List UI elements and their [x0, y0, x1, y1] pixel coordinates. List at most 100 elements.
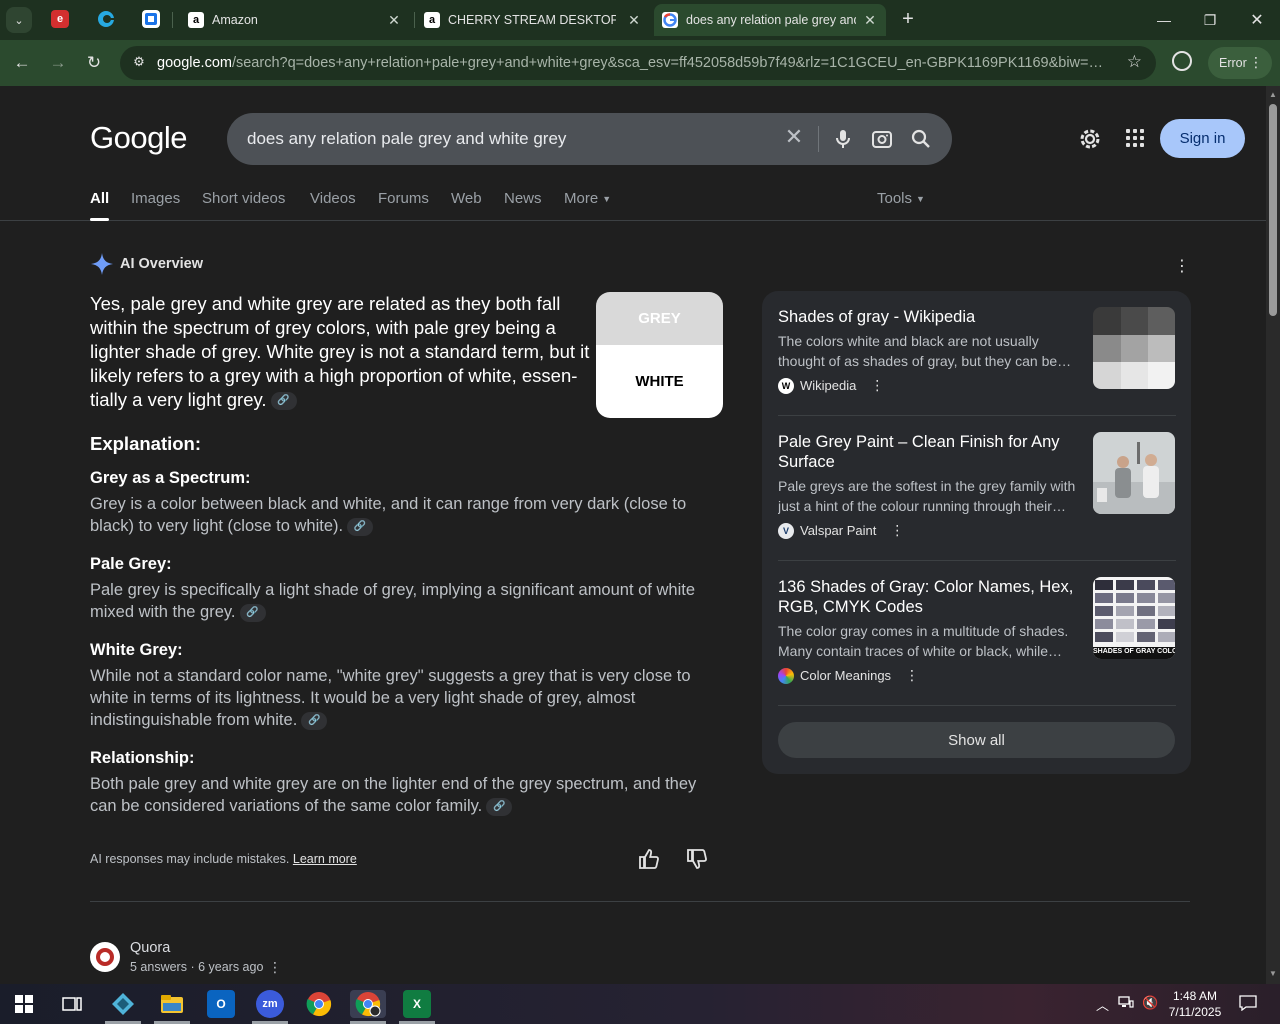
network-icon[interactable] [1118, 995, 1134, 1012]
explanation-heading: Explanation: [90, 433, 202, 454]
thumbs-up-icon[interactable] [638, 848, 660, 870]
notifications-icon[interactable] [1239, 995, 1257, 1014]
scrollbar-thumb[interactable] [1269, 104, 1277, 316]
search-input[interactable]: does any relation pale grey and white gr… [247, 129, 566, 149]
site-info-icon[interactable]: ⚙ [130, 54, 148, 72]
minimize-button[interactable]: — [1141, 0, 1187, 40]
source-divider [778, 705, 1176, 706]
system-clock[interactable]: 1:48 AM 7/11/2025 [1160, 988, 1230, 1020]
search-icon[interactable] [909, 127, 933, 151]
url-text[interactable]: google.com/search?q=does+any+relation+pa… [157, 55, 1107, 71]
reload-button[interactable]: ↻ [82, 51, 106, 75]
gemini-sparkle-icon [91, 253, 113, 275]
tab-amazon[interactable]: a Amazon ✕ [180, 4, 410, 36]
new-tab-button[interactable]: + [896, 8, 920, 32]
tab-cherry-stream[interactable]: a CHERRY STREAM DESKTOP REC ✕ [418, 4, 650, 36]
windows-start-icon[interactable] [10, 990, 38, 1018]
tab-short-videos[interactable]: Short videos [202, 190, 285, 207]
source-title[interactable]: Pale Grey Paint – Clean Finish for Any S… [778, 432, 1078, 472]
scroll-up-arrow-icon[interactable]: ▲ [1268, 90, 1278, 100]
microphone-icon[interactable] [831, 127, 855, 151]
source-title[interactable]: 136 Shades of Gray: Color Names, Hex, RG… [778, 577, 1078, 617]
gear-icon[interactable] [1077, 126, 1103, 152]
ai-overview-more-icon[interactable]: ⋮ [1174, 256, 1190, 276]
error-label: Error [1219, 56, 1247, 70]
scroll-down-arrow-icon[interactable]: ▼ [1268, 969, 1278, 979]
lens-camera-icon[interactable] [870, 127, 894, 151]
thumbs-down-icon[interactable] [686, 848, 708, 870]
result-more-icon[interactable]: ⋮ [268, 959, 282, 976]
result-meta: 5 answers · 6 years ago [130, 960, 264, 974]
pinned-tab-google-docs-icon[interactable] [142, 10, 160, 28]
close-tab-icon[interactable]: ✕ [386, 12, 402, 28]
source-more-icon[interactable]: ⋮ [905, 667, 919, 684]
pinned-tab-edge-like-icon[interactable] [97, 10, 115, 28]
learn-more-link[interactable]: Learn more [293, 852, 357, 866]
zoom-meetings-icon[interactable]: zm [256, 990, 284, 1018]
address-bar[interactable]: ⚙ google.com/search?q=does+any+relation+… [120, 46, 1156, 80]
tab-title: does any relation pale grey and [686, 13, 856, 27]
ai-sources-panel: Shades of gray - Wikipedia The colors wh… [762, 291, 1191, 774]
source-card-color-meanings[interactable]: 136 Shades of Gray: Color Names, Hex, RG… [778, 577, 1176, 684]
tools-label: Tools [877, 190, 913, 207]
google-logo[interactable]: Google [90, 120, 187, 156]
chrome-profile-active-icon[interactable] [350, 990, 386, 1018]
pinned-tab-exp-icon[interactable]: e [51, 10, 69, 28]
quora-icon[interactable] [90, 942, 120, 972]
tab-separator [414, 12, 415, 28]
show-all-button[interactable]: Show all [778, 722, 1175, 758]
tab-all[interactable]: All [90, 190, 110, 221]
tab-google-search[interactable]: does any relation pale grey and ✕ [654, 4, 886, 36]
volume-muted-icon[interactable]: 🔇 [1142, 995, 1158, 1011]
close-tab-icon[interactable]: ✕ [626, 12, 642, 28]
close-window-button[interactable]: ✕ [1234, 0, 1280, 40]
result-site-name[interactable]: Quora [130, 940, 170, 956]
excel-icon[interactable]: X [403, 990, 431, 1018]
google-apps-icon[interactable] [1126, 129, 1144, 147]
tab-videos[interactable]: Videos [310, 190, 356, 207]
back-button[interactable]: ← [10, 51, 34, 75]
gray-shades-thumbnail[interactable] [1093, 307, 1175, 389]
link-icon[interactable]: 🔗 [301, 711, 328, 730]
restore-button[interactable]: ❐ [1187, 0, 1233, 40]
app-diamond-icon[interactable] [109, 990, 137, 1018]
source-card-valspar[interactable]: Pale Grey Paint – Clean Finish for Any S… [778, 432, 1176, 539]
tab-news[interactable]: News [504, 190, 542, 207]
gray-color-chart-thumbnail[interactable]: SHADES OF GRAY COLO [1093, 577, 1175, 659]
section-heading: Pale Grey: [90, 555, 172, 573]
page-scrollbar[interactable]: ▲ ▼ [1266, 86, 1280, 984]
painting-room-thumbnail[interactable] [1093, 432, 1175, 514]
section-body: Grey is a color between black and white,… [90, 495, 687, 536]
clear-search-icon[interactable]: ✕ [782, 125, 806, 149]
profile-icon[interactable] [1172, 51, 1192, 71]
task-view-icon[interactable] [58, 990, 86, 1018]
link-icon[interactable]: 🔗 [347, 517, 374, 536]
link-icon[interactable]: 🔗 [486, 797, 513, 816]
source-site-name: Color Meanings [800, 668, 892, 683]
forward-button[interactable]: → [46, 51, 70, 75]
file-explorer-icon[interactable] [158, 990, 186, 1018]
show-hidden-icons-chevron-icon[interactable]: ︿ [1096, 995, 1109, 1014]
sign-in-button[interactable]: Sign in [1160, 119, 1245, 158]
bookmark-star-icon[interactable]: ☆ [1127, 52, 1142, 72]
source-title[interactable]: Shades of gray - Wikipedia [778, 307, 1078, 327]
link-icon[interactable]: 🔗 [270, 392, 297, 411]
tab-images[interactable]: Images [131, 190, 180, 207]
grey-white-swatch-image[interactable]: GREY WHITE [596, 292, 723, 418]
link-icon[interactable]: 🔗 [239, 603, 266, 622]
close-tab-icon[interactable]: ✕ [862, 12, 878, 28]
source-card-wikipedia[interactable]: Shades of gray - Wikipedia The colors wh… [778, 307, 1176, 394]
error-menu-button[interactable]: Error ⋮ [1208, 47, 1272, 79]
tab-more[interactable]: More ▼ [564, 190, 611, 207]
tab-forums[interactable]: Forums [378, 190, 429, 207]
section-body: While not a standard color name, "white … [90, 667, 691, 730]
tab-search-button[interactable]: ⌄ [6, 7, 32, 33]
chrome-icon[interactable] [305, 990, 333, 1018]
search-results-page: Google does any relation pale grey and w… [0, 86, 1266, 984]
tools-button[interactable]: Tools ▼ [877, 190, 925, 207]
search-box[interactable]: does any relation pale grey and white gr… [227, 113, 952, 165]
source-more-icon[interactable]: ⋮ [870, 377, 884, 394]
outlook-icon[interactable]: O [207, 990, 235, 1018]
tab-web[interactable]: Web [451, 190, 482, 207]
source-more-icon[interactable]: ⋮ [890, 522, 904, 539]
